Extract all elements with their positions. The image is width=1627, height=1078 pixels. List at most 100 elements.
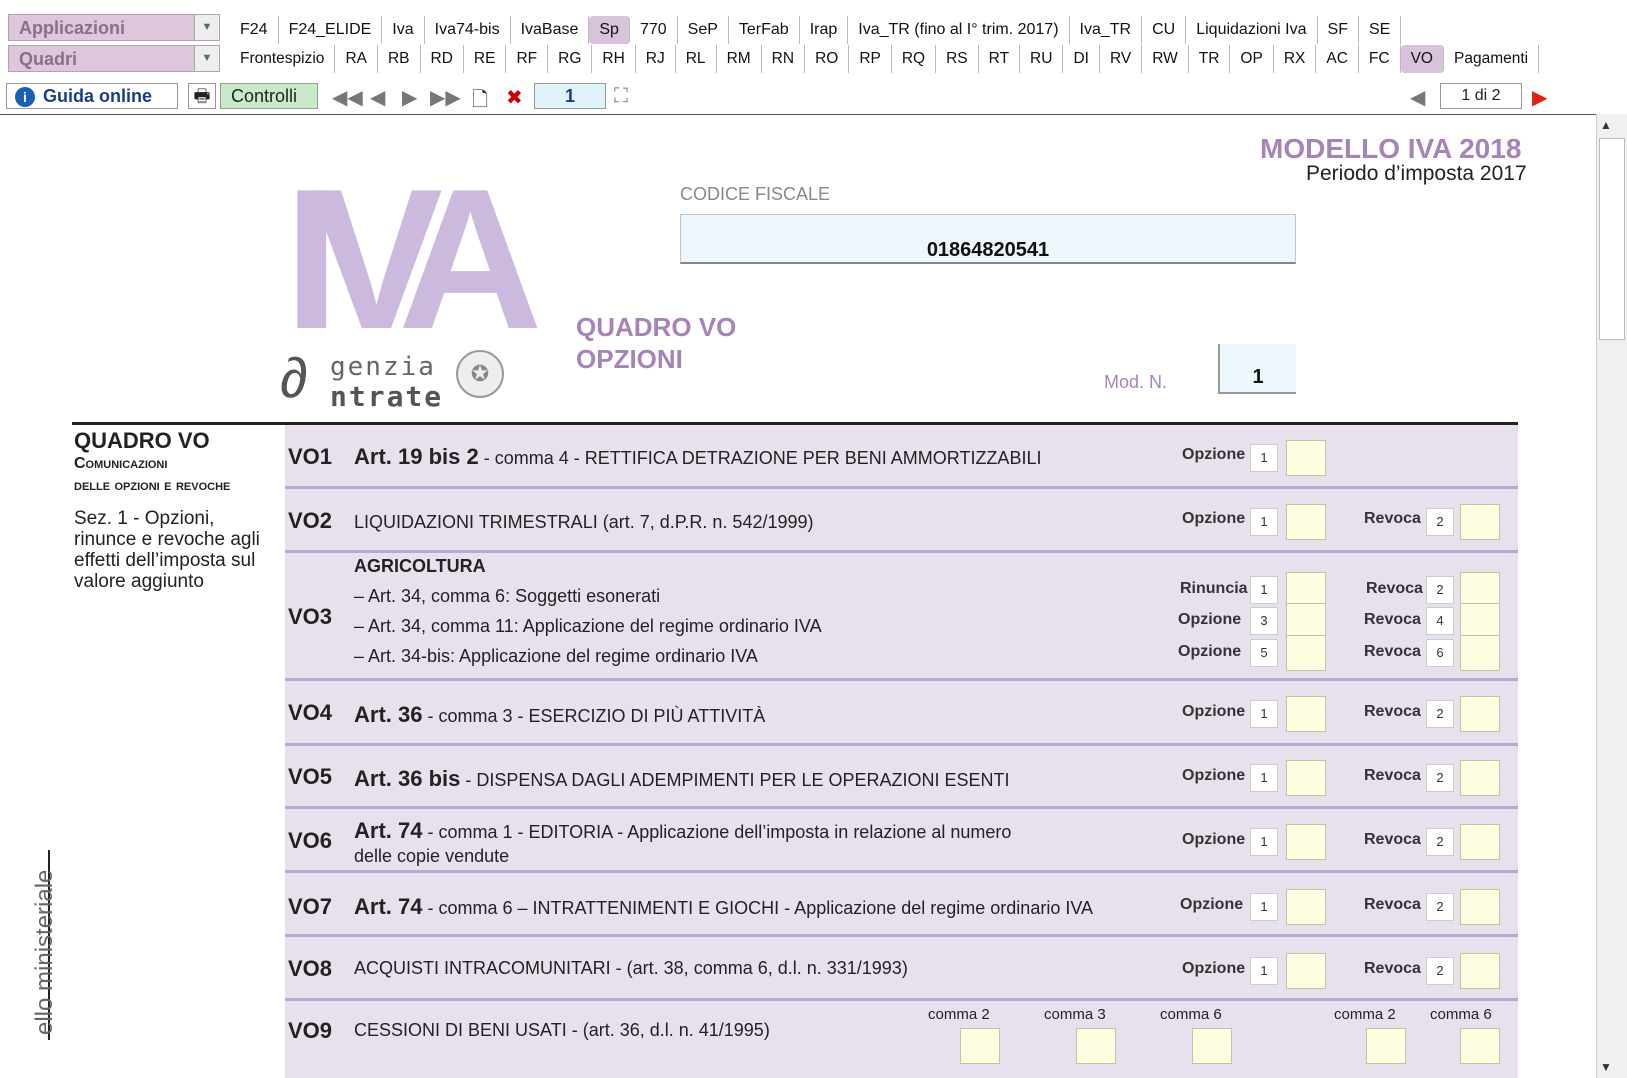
tab-iva74-bis[interactable]: Iva74-bis: [425, 16, 511, 44]
vo9-comma6-checkbox[interactable]: [1192, 1028, 1232, 1064]
page-number-input[interactable]: 1: [534, 83, 606, 109]
new-page-icon[interactable]: 🗋: [472, 85, 488, 119]
vo8-revoca-checkbox[interactable]: [1460, 953, 1500, 989]
vo9-revoca-comma2-checkbox[interactable]: [1366, 1028, 1406, 1064]
tab-rm[interactable]: RM: [717, 45, 762, 73]
tab-frontespizio[interactable]: Frontespizio: [230, 45, 336, 73]
tab-770[interactable]: 770: [630, 16, 678, 44]
tab-rf[interactable]: RF: [506, 45, 549, 73]
vo8-opzione-checkbox[interactable]: [1286, 953, 1326, 989]
guida-online-button[interactable]: i Guida online: [6, 83, 178, 109]
vo3-revoca2-checkbox[interactable]: [1460, 603, 1500, 639]
tab-di[interactable]: DI: [1063, 45, 1100, 73]
delete-page-icon[interactable]: ✖: [506, 85, 523, 110]
tab-rp[interactable]: RP: [849, 45, 892, 73]
tab-fc[interactable]: FC: [1359, 45, 1401, 73]
code-number: 1: [1250, 700, 1278, 728]
vo1-opzione-checkbox[interactable]: [1286, 440, 1326, 476]
tab-f24[interactable]: F24: [230, 16, 279, 44]
vo2-revoca-checkbox[interactable]: [1460, 504, 1500, 540]
tab-pagamenti[interactable]: Pagamenti: [1444, 45, 1540, 73]
vo9-comma3-checkbox[interactable]: [1076, 1028, 1116, 1064]
previous-page-icon[interactable]: ◀: [370, 85, 385, 110]
mod-number-field[interactable]: 1: [1218, 344, 1296, 394]
row-divider: [285, 743, 1518, 746]
tab-sf[interactable]: SF: [1318, 16, 1359, 44]
code-number: 2: [1426, 576, 1454, 604]
tab-rl[interactable]: RL: [676, 45, 717, 73]
tab-sep[interactable]: SeP: [678, 16, 729, 44]
tab-liquidazioni-iva[interactable]: Liquidazioni Iva: [1186, 16, 1318, 44]
scroll-thumb[interactable]: [1599, 138, 1625, 340]
tab-terfab[interactable]: TerFab: [729, 16, 800, 44]
chevron-down-icon[interactable]: ▼: [194, 15, 219, 40]
tab-rx[interactable]: RX: [1274, 45, 1317, 73]
tab-rg[interactable]: RG: [548, 45, 593, 73]
row-art-vo6: Art. 74: [354, 818, 423, 843]
tab-ra[interactable]: RA: [335, 45, 378, 73]
vo9-comma2-checkbox[interactable]: [960, 1028, 1000, 1064]
tab-ac[interactable]: AC: [1316, 45, 1359, 73]
vo3-opzione1-checkbox[interactable]: [1286, 603, 1326, 639]
code-number: 2: [1426, 700, 1454, 728]
tab-op[interactable]: OP: [1230, 45, 1274, 73]
vo5-revoca-checkbox[interactable]: [1460, 760, 1500, 796]
vo4-opzione-checkbox[interactable]: [1286, 696, 1326, 732]
tab-sp[interactable]: Sp: [589, 16, 630, 44]
tab-vo[interactable]: VO: [1400, 45, 1444, 73]
vo7-opzione-checkbox[interactable]: [1286, 889, 1326, 925]
vo6-opzione-checkbox[interactable]: [1286, 824, 1326, 860]
tab-rj[interactable]: RJ: [636, 45, 676, 73]
tab-rn[interactable]: RN: [762, 45, 806, 73]
scroll-down-icon[interactable]: ▼: [1600, 1060, 1612, 1074]
first-page-icon[interactable]: ◀◀: [332, 85, 363, 110]
quadro-subtitle: OPZIONI: [576, 344, 683, 374]
unlink-icon[interactable]: ⛶: [614, 85, 628, 108]
row-text-vo1: Art. 19 bis 2 - comma 4 - RETTIFICA DETR…: [354, 444, 1041, 470]
vertical-scrollbar[interactable]: ▲ ▼: [1596, 114, 1627, 1078]
vo9-revoca-comma6-checkbox[interactable]: [1460, 1028, 1500, 1064]
tab-se[interactable]: SE: [1359, 16, 1402, 44]
applicazioni-dropdown[interactable]: Applicazioni ▼: [8, 14, 220, 41]
print-icon[interactable]: 🖶: [188, 83, 216, 109]
tab-re[interactable]: RE: [464, 45, 507, 73]
tab-ru[interactable]: RU: [1020, 45, 1064, 73]
tab-ivabase[interactable]: IvaBase: [511, 16, 590, 44]
tab-rb[interactable]: RB: [378, 45, 421, 73]
controlli-button[interactable]: Controlli: [220, 83, 318, 109]
tab-rs[interactable]: RS: [936, 45, 979, 73]
vo3-revoca3-checkbox[interactable]: [1460, 635, 1500, 671]
page-back-icon[interactable]: ◀: [1410, 85, 1425, 110]
tab-rw[interactable]: RW: [1142, 45, 1189, 73]
revoca-label: Revoca: [1364, 510, 1421, 527]
tab-ro[interactable]: RO: [805, 45, 850, 73]
code-number: 4: [1426, 607, 1454, 635]
tab-cu[interactable]: CU: [1142, 16, 1187, 44]
scroll-up-icon[interactable]: ▲: [1600, 118, 1612, 132]
vo3-opzione2-checkbox[interactable]: [1286, 635, 1326, 671]
vo7-revoca-checkbox[interactable]: [1460, 889, 1500, 925]
last-page-icon[interactable]: ▶▶: [430, 85, 461, 110]
tab-tr[interactable]: TR: [1189, 45, 1231, 73]
tab-irap[interactable]: Irap: [800, 16, 849, 44]
guida-online-label: Guida online: [43, 86, 153, 106]
vo6-revoca-checkbox[interactable]: [1460, 824, 1500, 860]
vo2-opzione-checkbox[interactable]: [1286, 504, 1326, 540]
codice-fiscale-field[interactable]: 01864820541: [680, 214, 1296, 264]
vo5-opzione-checkbox[interactable]: [1286, 760, 1326, 796]
tab-rq[interactable]: RQ: [892, 45, 937, 73]
tab-rh[interactable]: RH: [592, 45, 636, 73]
chevron-down-icon[interactable]: ▼: [194, 46, 219, 71]
tab-f24-elide[interactable]: F24_ELIDE: [279, 16, 383, 44]
tab-iva-tr[interactable]: Iva_TR: [1070, 16, 1143, 44]
comma-label: comma 3: [1044, 1006, 1106, 1023]
page-forward-icon[interactable]: ▶: [1532, 85, 1547, 110]
next-page-icon[interactable]: ▶: [402, 85, 417, 110]
tab-iva-tr-fino-al-i-trim-2017[interactable]: Iva_TR (fino al I° trim. 2017): [848, 16, 1070, 44]
tab-rt[interactable]: RT: [979, 45, 1021, 73]
tab-rv[interactable]: RV: [1100, 45, 1143, 73]
vo4-revoca-checkbox[interactable]: [1460, 696, 1500, 732]
tab-rd[interactable]: RD: [421, 45, 464, 73]
quadri-dropdown[interactable]: Quadri ▼: [8, 45, 220, 72]
tab-iva[interactable]: Iva: [382, 16, 425, 44]
